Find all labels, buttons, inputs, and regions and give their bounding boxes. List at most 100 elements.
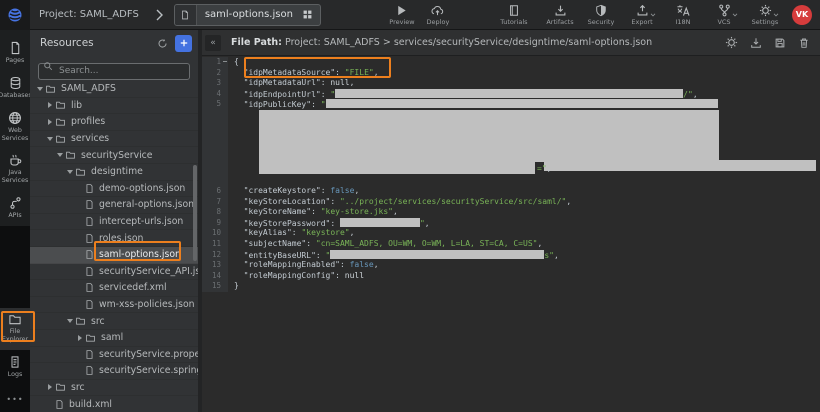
sidebar-item-pages[interactable]: Pages [0,36,30,71]
tree-file-roles.json[interactable]: roles.json [30,230,198,247]
tree-folder-src[interactable]: src [30,380,198,397]
tree-file-icon [85,282,94,293]
toolbar-button-artifacts[interactable]: Artifacts [545,3,575,26]
tree-file-icon [85,349,94,360]
toolbar-button-label: Preview [389,18,414,26]
toolbar-button-export[interactable]: Export [627,3,657,26]
resources-header: Resources [30,30,198,56]
toolbar-button-security[interactable]: Security [586,3,616,26]
code-token: "idpPublicKey" [234,100,311,109]
chevron-down-icon[interactable] [45,137,55,141]
sidebar-item-file-explorer[interactable]: FileExplorer [0,308,30,350]
code-token: "idpMetadataUrl" [234,78,321,87]
tree-folder-profiles[interactable]: profiles [30,114,198,131]
delete-file-icon[interactable] [798,37,810,49]
main-area: PagesDatabasesWebServicesJavaServicesAPI… [0,30,820,412]
tree-file-securityservice.properties[interactable]: securityService.properties [30,347,198,364]
tree-file-saml-options.json[interactable]: saml-options.json [30,247,198,264]
chevron-right-icon[interactable] [45,384,55,390]
code-editor[interactable]: 1{2 "idpMetadataSource": "FILE",3 "idpMe… [202,56,820,412]
tree-folder-src[interactable]: src [30,313,198,330]
tree-folder-saml[interactable]: saml [30,330,198,347]
code-token: "keyStorePassword" [234,219,330,228]
open-file-tab[interactable]: saml-options.json [174,4,321,26]
toolbar-button-deploy[interactable]: Deploy [423,3,453,26]
add-resource-button[interactable] [175,35,192,52]
chevron-down-icon[interactable] [35,87,45,91]
more-options-icon[interactable]: ••• [0,395,30,404]
toolbar-button-settings[interactable]: Settings [750,3,780,26]
cloud-upload-icon [430,3,445,17]
code-token: : [321,186,331,195]
tree-file-general-options.json[interactable]: general-options.json [30,197,198,214]
search-input[interactable] [38,63,190,80]
code-token: false [350,260,374,269]
tree-file-demo-options.json[interactable]: demo-options.json [30,181,198,198]
grid-icon[interactable] [301,5,320,25]
collapse-panel-button[interactable]: « [205,35,221,51]
tree-file-wm-xss-policies.json[interactable]: wm-xss-policies.json [30,297,198,314]
chevron-right-icon[interactable] [45,119,55,125]
toolbar-button-i18n[interactable]: I18N [668,3,698,26]
redaction-box [544,160,816,171]
chevron-down-icon[interactable] [55,153,65,157]
rail-item-label: FileExplorer [2,328,28,344]
toolbar-button-label: Settings [752,18,779,26]
tree-scrollbar[interactable] [193,165,197,261]
chevron-right-icon[interactable] [45,102,55,108]
settings-gear-icon[interactable] [725,36,738,49]
save-file-icon[interactable] [774,37,786,49]
tab-title: saml-options.json [197,5,301,25]
chevron-right-icon[interactable] [75,335,85,341]
tree-file-build.xml[interactable]: build.xml [30,396,198,412]
toolbar-button-preview[interactable]: Preview [387,3,417,26]
user-avatar[interactable]: VK [792,5,812,25]
search-box [38,58,190,75]
chevron-down-icon[interactable] [65,170,75,174]
tree-item-label: lib [71,100,82,111]
toolbar-button-vcs[interactable]: VCS [709,3,739,26]
sidebar-item-java-services[interactable]: JavaServices [0,148,30,191]
tree-file-intercept-urls.json[interactable]: intercept-urls.json [30,214,198,231]
code-token: } [234,281,239,290]
tree-folder-saml-adfs[interactable]: SAML_ADFS [30,81,198,98]
code-line-content: "idpMetadataSource": "FILE", [228,68,379,79]
tree-folder-services[interactable]: services [30,131,198,148]
fold-marker-icon[interactable] [223,61,227,62]
tree-file-icon [85,183,94,194]
line-number: 4 [202,89,228,100]
tree-folder-lib[interactable]: lib [30,98,198,115]
code-token: null [330,78,349,87]
sidebar-item-apis[interactable]: APIs [0,191,30,226]
tree-item-label: saml [101,332,123,343]
tree-file-securityservice.spring.xml[interactable]: securityService.spring.xml [30,363,198,380]
code-token: "keyStoreName" [234,207,311,216]
redaction-box [326,99,718,108]
app-logo[interactable] [0,0,30,30]
api-icon [9,196,22,210]
tree-folder-designtime[interactable]: designtime [30,164,198,181]
download-file-icon[interactable] [750,37,762,49]
chevron-down-icon[interactable] [65,319,75,323]
tree-item-label: services [71,133,109,144]
code-line-6: 6 "createKeystore": false, [202,186,820,197]
refresh-icon[interactable] [157,38,168,49]
tree-folder-icon [55,100,66,110]
code-token: s" [544,251,554,260]
code-token: false [330,186,354,195]
code-token: : [321,90,331,99]
tree-file-servicedef.xml[interactable]: servicedef.xml [30,280,198,297]
sidebar-item-web-services[interactable]: WebServices [0,106,30,149]
sidebar-item-databases[interactable]: Databases [0,71,30,106]
code-token: null [345,271,364,280]
toolbar-left-group: Preview Deploy Tutorials [321,3,529,26]
toolbar-button-tutorials[interactable]: Tutorials [499,3,529,26]
code-line-content: "idpPublicKey": " [228,99,718,110]
tree-file-icon [85,249,94,260]
tree-file-securityservice-api.json[interactable]: securityService_API.json [30,264,198,281]
code-line-content: "keyStoreLocation": "../project/services… [228,197,571,208]
sidebar-item-logs[interactable]: Logs [0,350,30,385]
tree-folder-securityservice[interactable]: securityService [30,147,198,164]
redaction-box [340,218,420,227]
code-line-2: 2 "idpMetadataSource": "FILE", [202,68,820,79]
